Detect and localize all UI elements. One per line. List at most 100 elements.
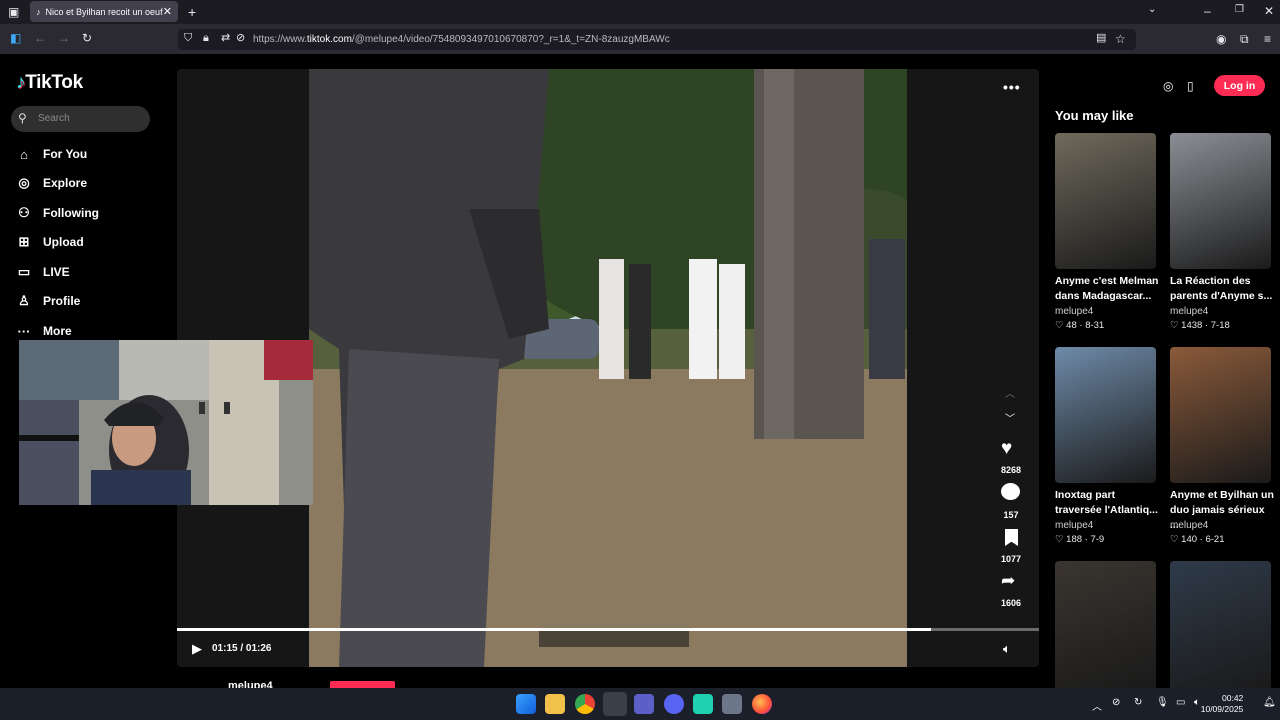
nav-more[interactable]: ··· More	[15, 321, 72, 341]
close-window-icon[interactable]: ✕	[1264, 5, 1274, 17]
nav-label: Explore	[43, 176, 88, 190]
browser-tab[interactable]: ♪ Nico et Byilhan recoit un oeuf d ✕	[30, 1, 178, 22]
video-card-thumbnail[interactable]	[1055, 347, 1156, 483]
comment-icon[interactable]	[1001, 483, 1020, 500]
close-tab-icon[interactable]: ✕	[163, 5, 172, 18]
video-card-thumbnail[interactable]	[1055, 133, 1156, 269]
login-button[interactable]: Log in	[1214, 75, 1265, 96]
tray-network-icon[interactable]: ⊘	[1112, 697, 1120, 708]
windows-start-icon[interactable]	[516, 694, 536, 714]
profile-icon: ♙	[18, 293, 30, 308]
search-icon: ⚲	[18, 111, 27, 125]
video-card-author[interactable]: melupe4	[1055, 520, 1093, 531]
previous-video-icon[interactable]: ︿	[1005, 385, 1015, 400]
discord-icon[interactable]	[664, 694, 684, 714]
nav-explore[interactable]: ◎ Explore	[15, 173, 87, 193]
follow-button[interactable]	[330, 681, 395, 688]
play-icon[interactable]: ▶	[192, 641, 202, 657]
shield-icon[interactable]: ⛉	[184, 33, 192, 44]
video-card-title[interactable]: Anyme c'est Melman dans Madagascar...	[1055, 274, 1159, 304]
permissions-icon[interactable]: ⇄	[221, 33, 230, 44]
home-icon: ⌂	[20, 146, 28, 162]
search-input[interactable]: Search	[38, 113, 70, 124]
tracking-blocked-icon[interactable]: ⊘	[236, 33, 245, 44]
new-tab-icon[interactable]: +	[188, 5, 196, 19]
reload-icon[interactable]: ↻	[82, 32, 92, 44]
card-date: 7-18	[1210, 320, 1230, 331]
share-arrow-icon[interactable]: ➦	[1001, 571, 1015, 591]
compass-icon: ◎	[18, 175, 30, 190]
tab-overflow-chevron-icon[interactable]: ⌄	[1148, 5, 1156, 15]
nav-label: For You	[43, 147, 88, 161]
card-date: 8-31	[1085, 320, 1105, 331]
upload-icon: ⊞	[18, 234, 30, 249]
video-time: 01:15 / 01:26	[212, 643, 272, 654]
maximize-window-icon[interactable]: ❐	[1235, 5, 1244, 15]
logo-text: TikTok	[25, 72, 83, 93]
teams-icon[interactable]	[634, 694, 654, 714]
sidebar-toggle-icon[interactable]: ◧	[10, 32, 21, 44]
forward-arrow-icon[interactable]: →	[58, 32, 70, 44]
tray-display-icon[interactable]: ▭	[1176, 697, 1185, 708]
video-card-author[interactable]: melupe4	[1170, 306, 1208, 317]
tray-sync-icon[interactable]: ↻	[1134, 697, 1142, 708]
nav-live[interactable]: ▭ LIVE	[15, 262, 70, 282]
video-frame[interactable]	[309, 69, 907, 667]
menu-hamburger-icon[interactable]: ≡	[1264, 33, 1271, 45]
nav-profile[interactable]: ♙ Profile	[15, 291, 80, 311]
notification-bell-icon[interactable]: 🔔︎	[1263, 697, 1276, 708]
settings-gear-icon[interactable]	[722, 694, 742, 714]
video-card-stats: ♡ 140 · 6-21	[1170, 534, 1225, 545]
video-card-thumbnail[interactable]	[1055, 561, 1156, 688]
saves-count: 1077	[1000, 554, 1022, 564]
card-date: 7-9	[1090, 534, 1105, 545]
video-card-thumbnail[interactable]	[1170, 133, 1271, 269]
url-text[interactable]: https://www.tiktok.com/@melupe4/video/75…	[253, 34, 670, 45]
video-image	[309, 69, 907, 667]
search-bar[interactable]	[11, 106, 150, 132]
lock-icon[interactable]: 🔒︎	[203, 33, 209, 44]
video-card-title[interactable]: La Réaction des parents d'Anyme s...	[1170, 274, 1274, 304]
chrome-icon[interactable]	[575, 694, 595, 714]
video-card-thumbnail[interactable]	[1170, 347, 1271, 483]
card-likes: 188	[1066, 534, 1083, 545]
video-card-title[interactable]: Inoxtag part traversée l'Atlantiq...	[1055, 488, 1159, 518]
extensions-icon[interactable]: ⧉	[1240, 33, 1249, 45]
nav-for-you[interactable]: ⌂ For You	[15, 144, 87, 164]
next-video-icon[interactable]: ﹀	[1005, 410, 1015, 425]
firefox-icon[interactable]	[752, 694, 772, 714]
nav-label: Upload	[43, 235, 84, 249]
video-card-author[interactable]: melupe4	[1170, 520, 1208, 531]
back-arrow-icon[interactable]: ←	[34, 32, 46, 44]
more-options-icon[interactable]: •••	[1003, 79, 1021, 95]
card-likes: 140	[1181, 534, 1198, 545]
obs-icon[interactable]	[603, 692, 627, 716]
url-prefix: https://www.	[253, 34, 307, 45]
nav-label: LIVE	[43, 265, 70, 279]
video-card-thumbnail[interactable]	[1170, 561, 1271, 688]
like-heart-icon[interactable]: ♥	[1001, 438, 1012, 460]
volume-icon[interactable]: 🔈︎	[1003, 641, 1011, 657]
clock-date: 10/09/2025	[1200, 704, 1244, 714]
bookmark-star-icon[interactable]: ☆	[1115, 33, 1126, 45]
webcam-overlay	[19, 340, 313, 505]
video-card-author[interactable]: melupe4	[1055, 306, 1093, 317]
heart-outline-icon: ♡	[1055, 534, 1067, 545]
tray-chevron-up-icon[interactable]: ︿	[1092, 698, 1102, 713]
reader-view-icon[interactable]: ▤	[1096, 33, 1106, 44]
file-explorer-icon[interactable]	[545, 694, 565, 714]
taskbar-clock[interactable]: 00:42 10/09/2025	[1201, 693, 1244, 715]
minimize-window-icon[interactable]: –	[1204, 5, 1211, 17]
tab-list-icon[interactable]: ▣	[8, 6, 19, 18]
tiktok-logo[interactable]: ♪TikTok	[16, 72, 83, 94]
app-icon[interactable]	[693, 694, 713, 714]
account-icon[interactable]: ◉	[1216, 33, 1226, 45]
nav-following[interactable]: ⚇ Following	[15, 203, 99, 223]
tray-mic-icon[interactable]: 🎙︎	[1156, 697, 1169, 708]
webcam-image	[19, 340, 313, 505]
video-card-stats: ♡ 1438 · 7-18	[1170, 320, 1230, 331]
explore-compass-icon[interactable]: ◎	[1163, 79, 1173, 93]
nav-upload[interactable]: ⊞ Upload	[15, 232, 84, 252]
get-app-icon[interactable]: ▯	[1187, 79, 1194, 93]
tiktok-favicon-icon: ♪	[36, 6, 41, 17]
